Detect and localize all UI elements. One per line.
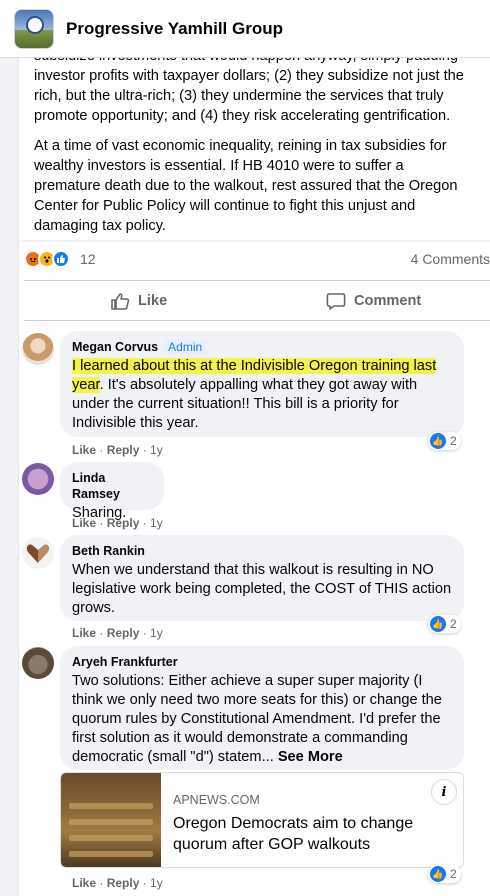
comment-like-link[interactable]: Like	[72, 876, 96, 890]
comments-count-link[interactable]: 4 Comments	[390, 251, 490, 267]
like-count: 2	[450, 434, 457, 448]
link-preview-card[interactable]: APNEWS.COM Oregon Democrats aim to chang…	[60, 772, 464, 868]
comment-bubble: Aryeh Frankfurter Two solutions: Either …	[60, 646, 464, 770]
comment-actions: Like · Reply · 1y	[72, 443, 163, 457]
comment-like-link[interactable]: Like	[72, 626, 96, 640]
like-reaction-icon: 👍	[430, 433, 446, 449]
post-paragraph: At a time of vast economic inequality, r…	[34, 138, 458, 234]
comment-reply-link[interactable]: Reply	[107, 626, 140, 640]
thumbs-up-icon	[111, 293, 130, 310]
comment-bubble: Linda Ramsey Sharing.	[60, 462, 164, 521]
like-reaction-icon: 👍	[430, 866, 446, 882]
comment-text: I learned about this at the Indivisible …	[72, 357, 452, 433]
link-domain: APNEWS.COM	[173, 793, 260, 807]
comment-button-label: Comment	[354, 293, 422, 309]
comment-actions: Like · Reply · 1y	[72, 876, 163, 890]
comment-actions: Like · Reply · 1y	[72, 516, 163, 530]
like-count: 2	[450, 617, 457, 631]
group-name[interactable]: Progressive Yamhill Group	[66, 19, 283, 39]
comment-like-link[interactable]: Like	[72, 516, 96, 530]
like-button-label: Like	[138, 293, 168, 309]
like-reaction-icon: 👍	[430, 616, 446, 632]
avatar[interactable]	[22, 647, 54, 679]
like-reaction-icon	[52, 250, 70, 268]
divider	[24, 280, 490, 281]
comment-like-count[interactable]: 👍 2	[428, 432, 461, 450]
comment-text: Two solutions: Either achieve a super su…	[72, 672, 452, 767]
comment-like-count[interactable]: 👍 2	[428, 865, 461, 883]
comment-icon	[326, 293, 346, 310]
comment-text-rest: . It's absolutely appalling what they go…	[72, 377, 418, 431]
comment-actions: Like · Reply · 1y	[72, 626, 163, 640]
group-header: Progressive Yamhill Group	[0, 0, 490, 58]
author-name[interactable]: Beth Rankin	[72, 543, 452, 559]
reactions-summary[interactable]: 12	[24, 250, 96, 268]
comment-time[interactable]: 1y	[150, 626, 163, 640]
comment-button[interactable]: Comment	[326, 290, 421, 312]
author-name[interactable]: Linda Ramsey	[72, 470, 152, 502]
avatar[interactable]	[22, 537, 54, 569]
comment-time[interactable]: 1y	[150, 516, 163, 530]
admin-badge: Admin	[164, 339, 207, 355]
link-title[interactable]: Oregon Democrats aim to change quorum af…	[173, 813, 453, 855]
divider	[24, 320, 490, 321]
post-paragraph: subsidize investments that would happen …	[34, 48, 464, 124]
comment-like-count[interactable]: 👍 2	[428, 615, 461, 633]
like-count: 2	[450, 867, 457, 881]
comment-reply-link[interactable]: Reply	[107, 876, 140, 890]
comment-time[interactable]: 1y	[150, 876, 163, 890]
author-name[interactable]: Megan Corvus	[72, 340, 158, 354]
comment-text: When we understand that this walkout is …	[72, 562, 452, 616]
post-body: subsidize investments that would happen …	[34, 48, 474, 246]
comment-bubble: Beth Rankin When we understand that this…	[60, 535, 464, 621]
like-button[interactable]: Like	[110, 290, 167, 312]
comment-text-body: Two solutions: Either achieve a super su…	[72, 673, 442, 765]
comment-bubble: Megan Corvus Admin I learned about this a…	[60, 331, 464, 437]
comment-time[interactable]: 1y	[150, 443, 163, 457]
author-name[interactable]: Aryeh Frankfurter	[72, 654, 452, 670]
see-more-link[interactable]: See More	[278, 749, 343, 765]
heart-hands-icon	[26, 544, 50, 563]
avatar[interactable]	[22, 333, 54, 365]
comment-reply-link[interactable]: Reply	[107, 516, 140, 530]
info-icon[interactable]: i	[431, 779, 457, 805]
link-preview-image	[61, 773, 161, 867]
comment-author[interactable]: Megan Corvus Admin	[72, 339, 452, 355]
group-logo[interactable]	[14, 8, 54, 49]
comment-reply-link[interactable]: Reply	[107, 443, 140, 457]
reaction-count: 12	[80, 251, 96, 267]
comment-like-link[interactable]: Like	[72, 443, 96, 457]
avatar[interactable]	[22, 463, 54, 495]
